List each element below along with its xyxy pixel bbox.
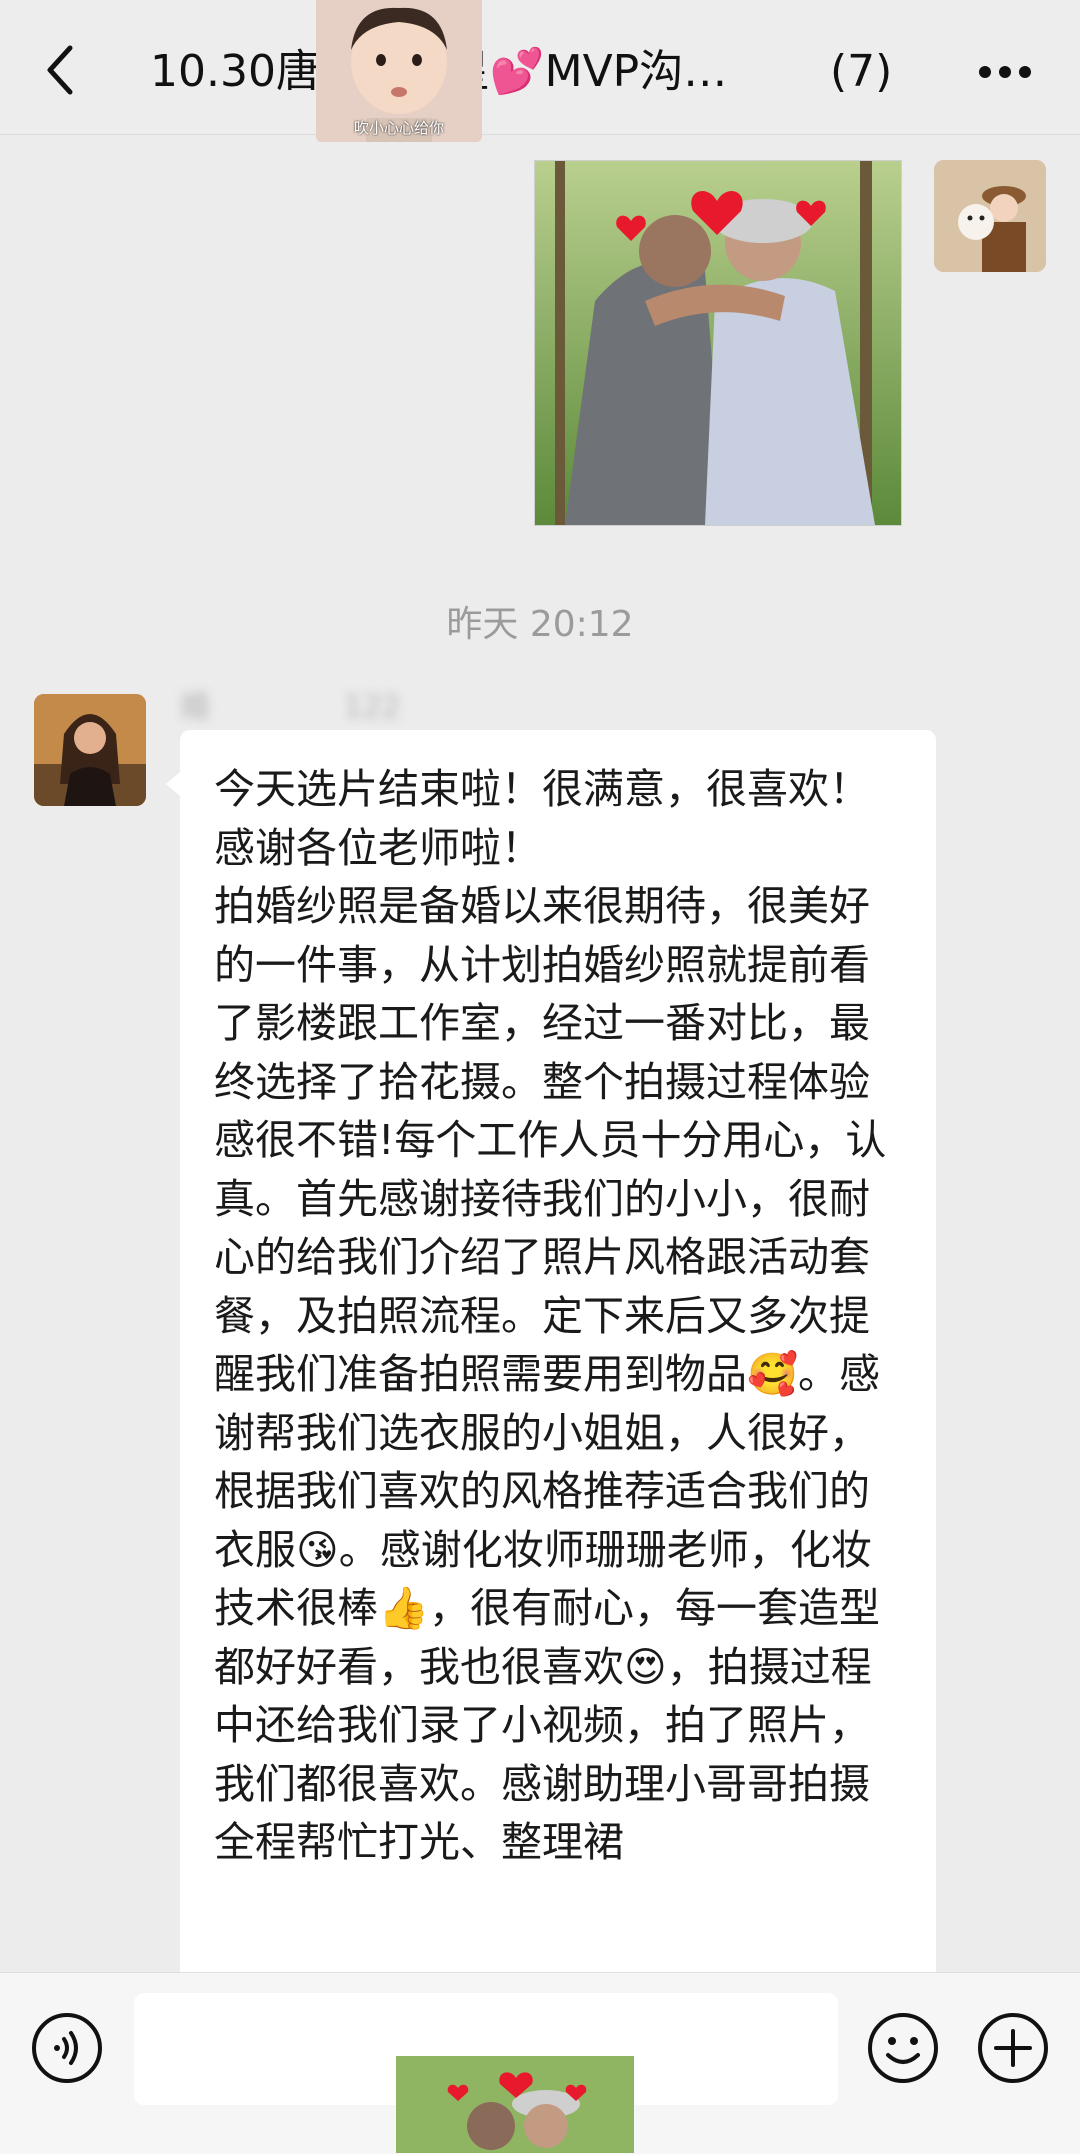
avatar-woman-dog-picture <box>934 160 1046 272</box>
image-thumbnail-preview[interactable] <box>396 2056 634 2153</box>
my-avatar[interactable] <box>934 160 1046 272</box>
more-dots-icon[interactable] <box>975 60 1035 84</box>
sticker-image[interactable]: 吹小心心给你 <box>316 0 482 142</box>
voice-icon[interactable] <box>30 2011 104 2085</box>
sticker-caption: 吹小心心给你 <box>353 119 444 137</box>
plus-icon[interactable] <box>976 2011 1050 2085</box>
member-count: (7) <box>830 46 893 97</box>
smiley-icon[interactable] <box>866 2011 940 2085</box>
sender-name: 婚 122 <box>180 690 401 725</box>
message-text: 今天选片结束啦！很满意，很喜欢！感谢各位老师啦！ 拍婚纱照是备婚以来很期待，很美… <box>214 765 887 1866</box>
text-message-bubble[interactable]: 今天选片结束啦！很满意，很喜欢！感谢各位老师啦！ 拍婚纱照是备婚以来很期待，很美… <box>180 730 936 2000</box>
message-timestamp: 昨天 20:12 <box>446 604 634 645</box>
hugging-men-thumbnail-picture <box>396 2056 634 2153</box>
hugging-men-picture <box>535 161 901 525</box>
chat-header: 10.30唐 星💕MVP沟… (7) <box>0 0 1080 135</box>
sender-avatar[interactable] <box>34 694 146 806</box>
chevron-left-icon[interactable] <box>38 40 88 100</box>
avatar-woman-picture <box>34 694 146 806</box>
image-message[interactable] <box>534 160 902 526</box>
